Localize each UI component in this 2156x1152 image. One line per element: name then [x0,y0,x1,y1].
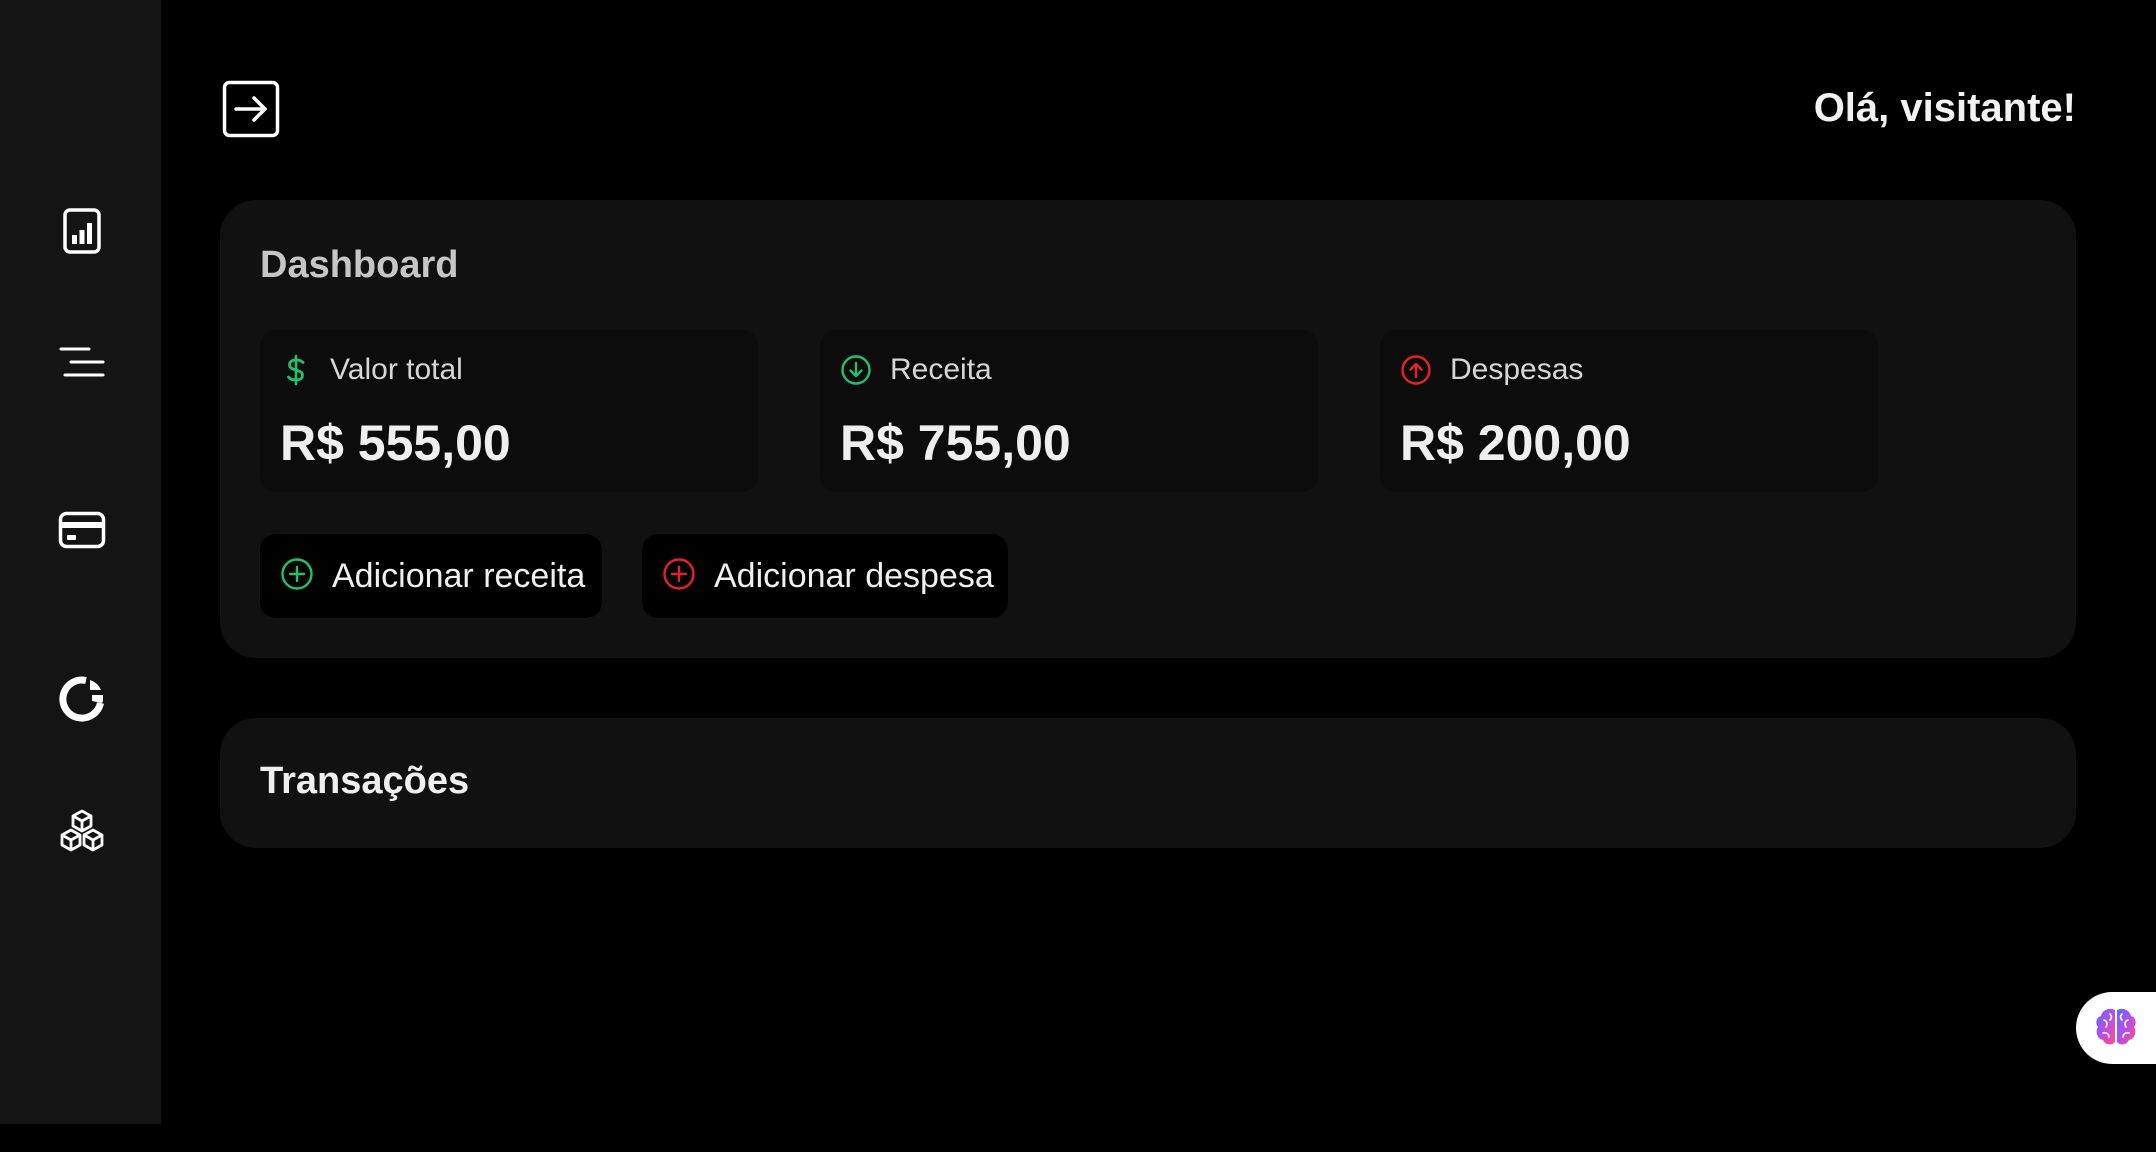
total-value-card: Valor total R$ 555,00 [260,330,758,492]
sidebar-item-categories[interactable] [56,806,108,858]
stat-label: Valor total [330,353,463,386]
income-card: Receita R$ 755,00 [820,330,1318,492]
sidebar-item-transactions[interactable] [56,336,108,388]
plus-circle-icon [662,557,696,596]
sidebar [0,0,161,1124]
sidebar-item-reports[interactable] [56,673,108,725]
chart-icon [62,207,102,255]
dashboard-title: Dashboard [260,244,459,286]
stat-value: R$ 555,00 [280,415,511,471]
arrow-down-circle-icon [840,354,872,386]
stat-label: Receita [890,353,992,386]
stat-value: R$ 200,00 [1400,415,1631,471]
card-icon [58,511,106,549]
add-expense-label: Adicionar despesa [714,556,994,595]
dashboard-panel: Dashboard Valor total R$ 555,00 Receita [220,200,2076,658]
expenses-card: Despesas R$ 200,00 [1380,330,1878,492]
stat-label: Despesas [1450,353,1584,386]
sidebar-item-dashboard[interactable] [56,205,108,257]
add-income-label: Adicionar receita [332,556,586,595]
logout-button[interactable] [222,80,280,138]
transactions-panel: Transações [220,718,2076,848]
list-icon [59,346,105,378]
sidebar-item-cards[interactable] [56,504,108,556]
transactions-title: Transações [260,760,470,802]
arrow-up-circle-icon [1400,354,1432,386]
add-income-button[interactable]: Adicionar receita [260,534,602,618]
stat-value: R$ 755,00 [840,415,1071,471]
cubes-icon [58,808,106,856]
dollar-icon [280,354,312,386]
pie-icon [59,676,105,722]
add-expense-button[interactable]: Adicionar despesa [642,534,1008,618]
brain-icon [2094,1006,2138,1051]
plus-circle-icon [280,557,314,596]
assistant-button[interactable] [2076,992,2156,1064]
exit-arrow-icon [222,80,280,142]
greeting-text: Olá, visitante! [1813,86,2076,130]
